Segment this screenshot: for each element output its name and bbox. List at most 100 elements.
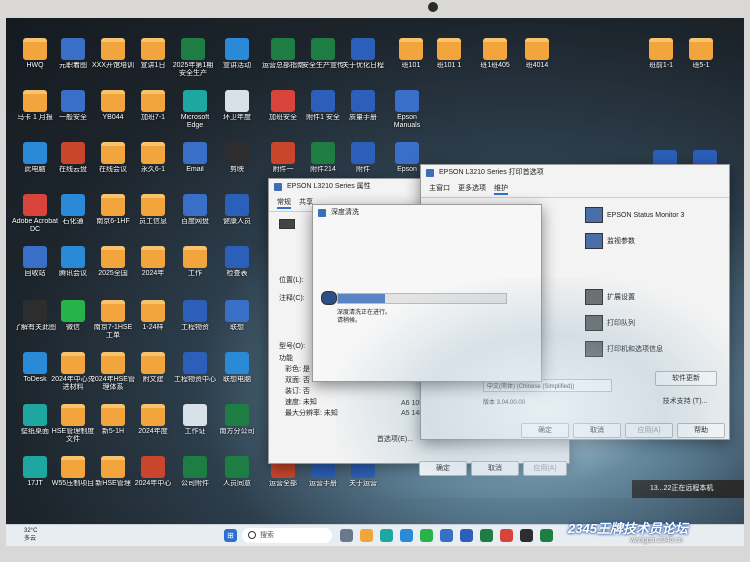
desktop-icon[interactable]: 剪映 [214,142,260,174]
desktop-icon[interactable]: 班101 1 [426,38,472,70]
desktop-icon[interactable]: Epson Manuals [384,90,430,130]
folder-icon [525,38,549,60]
preferences-help-button[interactable]: 帮助 [677,423,725,438]
desktop-icon[interactable]: 2024年度 [130,404,176,436]
desktop-icon[interactable]: 工程物资中心 [172,352,218,384]
todesk-icon[interactable] [520,529,533,542]
remote-session-notification[interactable]: 13...22正在远程本机 [632,480,744,498]
edge-icon[interactable] [380,529,393,542]
tab-more-options[interactable]: 更多选项 [458,183,486,195]
cleaning-message-line1: 深度清洗正在进行。 [337,310,392,316]
desktop-icon[interactable]: 附文建 [130,352,176,384]
desktop-icon[interactable]: 工作 [172,246,218,278]
desktop-icon[interactable]: 联想 [214,300,260,332]
store-icon[interactable] [400,529,413,542]
desktop-icon[interactable]: 附件 [340,142,386,174]
desktop-icon[interactable]: 2025年第1期安全生产 [170,38,216,78]
location-label: 位置(L): [279,277,304,284]
desktop-icon[interactable]: 工程物资 [172,300,218,332]
status-monitor-item[interactable]: EPSON Status Monitor 3 [585,207,684,223]
excel-icon[interactable] [480,529,493,542]
cleaning-titlebar[interactable]: 深度清洗 [313,205,541,221]
desktop-icon[interactable]: 宣讲活动 [214,38,260,70]
printer-prefs-icon [426,169,434,177]
desktop-screen[interactable]: HWQ 元职着图 XXX开馆培训 宣讲1日 2025年第1期安全生产 宣讲活动 运营总部指南… [6,18,744,546]
desktop-icon[interactable]: 班4014 [514,38,560,70]
dark-icon [225,142,249,164]
extended-settings-item[interactable]: 扩展设置 [585,289,635,305]
tab-sharing[interactable]: 共享 [299,197,313,209]
doc-icon [351,90,375,112]
monitor-params-icon [585,233,603,249]
desktop-icon[interactable]: 2024年 [130,246,176,278]
desktop-icon[interactable]: 健康人员 [214,194,260,226]
desktop-icon[interactable]: 永久6-1 [130,142,176,174]
file-explorer-icon[interactable] [360,529,373,542]
status-monitor-label: EPSON Status Monitor 3 [607,211,685,219]
preferences-button[interactable]: 首选项(E)... [369,433,421,446]
desktop-icon[interactable]: Email [172,142,218,174]
desktop-icon[interactable]: 人员同意 [214,456,260,488]
start-button-icon[interactable]: ⊞ [224,529,237,542]
app-icon[interactable] [500,529,513,542]
preferences-apply-button[interactable]: 应用(A) [625,423,673,438]
tech-support-button[interactable]: 技术支持 (T)... [655,395,715,408]
desktop-icon[interactable]: 公司附件 [172,456,218,488]
desktop-icon[interactable]: Microsoft Edge [172,90,218,130]
feature-speed: 速度: 未知 [285,399,317,406]
ppt-icon [271,142,295,164]
desktop-icon[interactable]: 员工信息 [130,194,176,226]
deep-cleaning-dialog[interactable]: 深度清洗 深度清洗正在进行。 请稍候。 [312,204,542,382]
desktop-icon[interactable]: 质量手册 [340,90,386,122]
folder-icon [101,142,125,164]
blue-icon [225,38,249,60]
desktop-icon[interactable]: 检查表 [214,246,260,278]
desktop-icon[interactable]: 2024年中心 [130,456,176,488]
desktop-icon[interactable]: 关于优化日程 [340,38,386,70]
task-view-icon[interactable] [340,529,353,542]
desktop-icon-label: 人员同意 [223,480,251,487]
weather-widget[interactable]: 32°C 多云 [24,527,37,543]
desktop-icon[interactable]: 南方分公司 [214,404,260,436]
tab-maintenance[interactable]: 维护 [494,183,508,195]
desktop-icon[interactable]: 工作证 [172,404,218,436]
desktop-icon[interactable]: 关于运营 [340,456,386,488]
desktop-icon[interactable]: 联想电脑 [214,352,260,384]
desktop-icon[interactable]: 班1班405 [472,38,518,70]
software-update-button[interactable]: 软件更新 [655,371,717,386]
comment-label: 注释(C): [279,295,305,302]
preferences-titlebar[interactable]: EPSON L3210 Series 打印首选项 [421,165,729,181]
printer-info-item[interactable]: 打印机和选项信息 [585,341,663,357]
desktop-icon-label: 班101 1 [436,62,462,69]
properties-cancel-button[interactable]: 取消 [471,461,519,476]
preferences-ok-button[interactable]: 确定 [521,423,569,438]
tab-general[interactable]: 常规 [277,197,291,209]
xls-icon [225,456,249,478]
language-select[interactable]: 中文(简体) (Chinese (Simplified)) [483,379,612,392]
folder-icon [183,246,207,268]
taskbar-search-input[interactable]: 搜索 [242,528,332,543]
wechat-icon[interactable] [420,529,433,542]
word-icon[interactable] [460,529,473,542]
printer-task-icon[interactable] [440,529,453,542]
app-icon [183,194,207,216]
desktop-icon[interactable]: 百度网盘 [172,194,218,226]
folder-icon [101,352,125,374]
desktop-icon[interactable]: 班5-1 [678,38,724,70]
sheets-icon[interactable] [540,529,553,542]
desktop-icon[interactable]: 环卫年度 [214,90,260,122]
cleaning-printer-icon [321,291,337,305]
desktop-icon-label: 工程物资 [181,324,209,331]
teal-icon [23,404,47,426]
desktop-icon[interactable]: 1-24样 [130,300,176,332]
version-label: 版本 3.04.00.00 [483,400,526,406]
preferences-cancel-button[interactable]: 取消 [573,423,621,438]
print-queue-item[interactable]: 打印队列 [585,315,635,331]
tab-main[interactable]: 主窗口 [429,183,450,195]
desktop-icon[interactable]: 加班7-1 [130,90,176,122]
properties-ok-button[interactable]: 确定 [419,461,467,476]
app-icon [61,38,85,60]
model-row: 型号(O): [279,341,305,351]
monitor-params-item[interactable]: 监视参数 [585,233,635,249]
properties-apply-button[interactable]: 应用(A) [523,461,567,476]
